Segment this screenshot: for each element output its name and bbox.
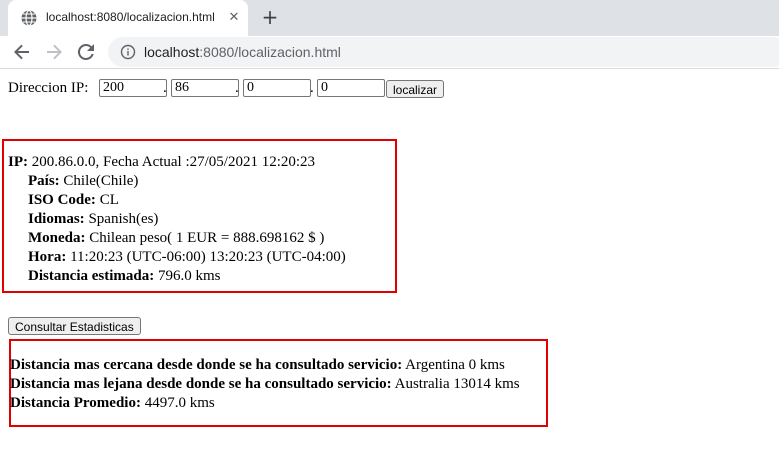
- ip-field-label: IP:: [8, 154, 28, 170]
- iso-line: ISO Code: CL: [8, 191, 346, 210]
- back-arrow-icon[interactable]: [10, 40, 34, 64]
- url-text: localhost:8080/localizacion.html: [144, 44, 341, 60]
- distancia-line: Distancia estimada: 796.0 kms: [8, 267, 346, 286]
- moneda-value: Chilean peso( 1 EUR = 888.698162 $ ): [89, 230, 325, 246]
- browser-tab[interactable]: localhost:8080/localizacion.html ✕: [8, 0, 248, 36]
- ip-octet-1[interactable]: [99, 79, 167, 97]
- consultar-estadisticas-button[interactable]: Consultar Estadisticas: [8, 317, 141, 335]
- idiomas-line: Idiomas: Spanish(es): [8, 210, 346, 229]
- localizar-button[interactable]: localizar: [386, 80, 445, 98]
- address-bar[interactable]: localhost:8080/localizacion.html: [108, 37, 779, 67]
- ip-line: IP: 200.86.0.0, Fecha Actual :27/05/2021…: [8, 153, 346, 172]
- globe-icon: [20, 9, 38, 27]
- cercana-value: Argentina 0 kms: [405, 357, 505, 373]
- page-content: Direccion IP: . . . localizar IP: 200.86…: [0, 69, 779, 453]
- cercana-line: Distancia mas cercana desde donde se ha …: [10, 356, 520, 375]
- lejana-value: Australia 13014 kms: [394, 376, 520, 392]
- promedio-line: Distancia Promedio: 4497.0 kms: [10, 394, 520, 413]
- ip-dot: .: [163, 80, 167, 96]
- ip-octet-2[interactable]: [171, 79, 239, 97]
- pais-label: País:: [28, 173, 60, 189]
- hora-label: Hora:: [28, 249, 67, 265]
- plus-icon[interactable]: +: [258, 6, 282, 30]
- promedio-value: 4497.0 kms: [144, 395, 215, 411]
- distancia-value: 796.0 kms: [158, 268, 221, 284]
- browser-toolbar: localhost:8080/localizacion.html: [0, 36, 779, 69]
- pais-value: Chile(Chile): [63, 173, 139, 189]
- distancia-label: Distancia estimada:: [28, 268, 155, 284]
- hora-line: Hora: 11:20:23 (UTC-06:00) 13:20:23 (UTC…: [8, 248, 346, 267]
- iso-value: CL: [99, 192, 119, 208]
- url-host: localhost: [144, 44, 200, 60]
- iso-label: ISO Code:: [28, 192, 96, 208]
- reload-icon[interactable]: [74, 40, 98, 64]
- ip-dot: .: [310, 80, 314, 96]
- cercana-label: Distancia mas cercana desde donde se ha …: [10, 357, 403, 373]
- moneda-label: Moneda:: [28, 230, 86, 246]
- pais-line: País: Chile(Chile): [8, 172, 346, 191]
- hora-value: 11:20:23 (UTC-06:00) 13:20:23 (UTC-04:00…: [70, 249, 346, 265]
- location-result: IP: 200.86.0.0, Fecha Actual :27/05/2021…: [8, 153, 346, 286]
- info-icon[interactable]: [120, 44, 136, 60]
- stats-result: Distancia mas cercana desde donde se ha …: [10, 356, 520, 413]
- tab-title: localhost:8080/localizacion.html: [46, 10, 215, 24]
- lejana-label: Distancia mas lejana desde donde se ha c…: [10, 376, 392, 392]
- tab-strip: localhost:8080/localizacion.html ✕ +: [0, 0, 779, 36]
- url-path: :8080/localizacion.html: [199, 44, 341, 60]
- promedio-label: Distancia Promedio:: [10, 395, 141, 411]
- ip-octet-3[interactable]: [243, 79, 311, 97]
- moneda-line: Moneda: Chilean peso( 1 EUR = 888.698162…: [8, 229, 346, 248]
- ip-field-value: 200.86.0.0, Fecha Actual :27/05/2021 12:…: [31, 154, 316, 170]
- close-icon[interactable]: ✕: [226, 10, 242, 26]
- ip-label: Direccion IP:: [8, 80, 89, 96]
- idiomas-value: Spanish(es): [88, 211, 159, 227]
- forward-arrow-icon[interactable]: [42, 40, 66, 64]
- lejana-line: Distancia mas lejana desde donde se ha c…: [10, 375, 520, 394]
- idiomas-label: Idiomas:: [28, 211, 85, 227]
- ip-octet-4[interactable]: [317, 79, 385, 97]
- ip-dot: .: [235, 80, 239, 96]
